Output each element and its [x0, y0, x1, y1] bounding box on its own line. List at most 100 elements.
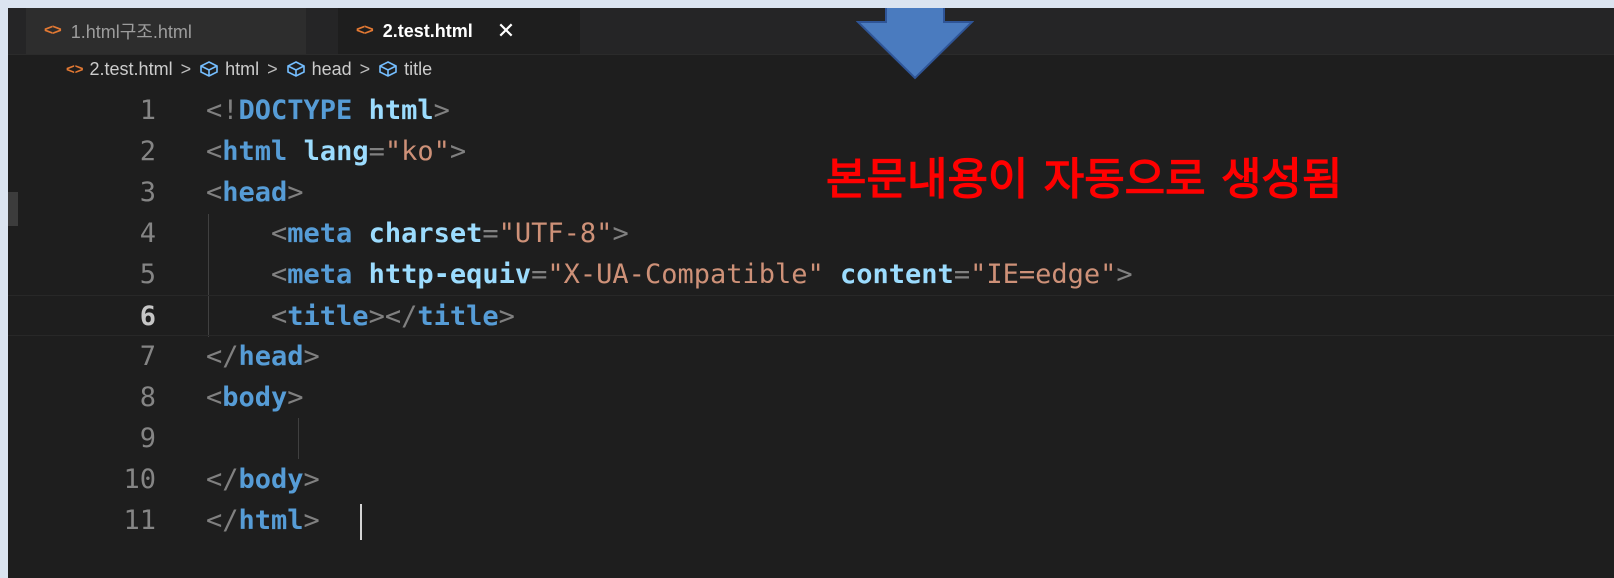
code-token: <: [206, 382, 223, 413]
tab-test-html[interactable]: <> 2.test.html ✕: [338, 8, 580, 54]
code-token: </: [206, 505, 239, 536]
code-token: head: [238, 341, 304, 372]
code-token: =: [953, 259, 971, 290]
code-token: head: [222, 177, 288, 208]
code-token: meta: [287, 218, 353, 249]
code-token: "UTF-8": [498, 218, 613, 249]
line-number: 8: [139, 382, 156, 413]
code-token: "ko": [384, 136, 450, 167]
html-file-icon: <>: [44, 22, 62, 39]
code-token: >: [287, 177, 304, 208]
code-line[interactable]: 2 <html lang="ko">: [8, 131, 1614, 172]
code-text[interactable]: </body>: [206, 459, 320, 500]
code-token: html: [238, 505, 304, 536]
code-token: body: [222, 382, 288, 413]
code-token: title: [417, 301, 499, 332]
code-token: DOCTYPE: [238, 95, 353, 126]
tab-label: 1.html구조.html: [70, 22, 192, 42]
code-line[interactable]: 8 <body>: [8, 377, 1614, 418]
code-token: html: [368, 95, 434, 126]
code-text[interactable]: <meta charset="UTF-8">: [206, 213, 629, 254]
html-file-icon: <>: [66, 60, 84, 78]
code-token: <: [206, 177, 223, 208]
code-token: >: [303, 341, 320, 372]
breadcrumb-item-head[interactable]: head: [312, 59, 352, 80]
code-token: >: [1116, 259, 1133, 290]
code-token: <!: [206, 95, 239, 126]
code-token: title: [287, 301, 369, 332]
annotation-text: 본문내용이 자동으로 생성됨: [826, 154, 1343, 205]
code-line[interactable]: 5 <meta http-equiv="X-UA-Compatible" con…: [8, 254, 1614, 295]
tab-html-structure[interactable]: <> 1.html구조.html: [26, 8, 306, 54]
down-arrow-icon: [856, 8, 974, 80]
code-line[interactable]: 6 <title></title>: [8, 295, 1614, 336]
code-line[interactable]: 3 <head>: [8, 172, 1614, 213]
tab-label: 2.test.html: [382, 20, 473, 41]
line-number: 6: [139, 301, 156, 332]
code-token: >: [498, 301, 515, 332]
code-token: >: [303, 505, 320, 536]
line-number: 1: [139, 95, 156, 126]
breadcrumb-separator: >: [359, 58, 371, 79]
code-token: =: [368, 136, 385, 167]
code-token: http-equiv: [368, 259, 532, 290]
line-number: 4: [139, 218, 156, 249]
code-line[interactable]: 4 <meta charset="UTF-8">: [8, 213, 1614, 254]
code-token: ></: [368, 301, 418, 332]
code-token: <: [206, 218, 288, 249]
breadcrumb-separator: >: [267, 58, 278, 79]
breadcrumb: <> 2.test.html > html > head > title: [66, 56, 432, 82]
code-text[interactable]: <!DOCTYPE html>: [206, 90, 450, 131]
code-token: meta: [287, 259, 353, 290]
code-token: >: [303, 464, 320, 495]
line-number: 3: [139, 177, 156, 208]
code-token: </: [206, 341, 239, 372]
code-token: "IE=edge": [970, 259, 1117, 290]
code-token: =: [482, 218, 499, 249]
code-token: <: [206, 301, 288, 332]
code-line[interactable]: 7 </head>: [8, 336, 1614, 377]
code-token: body: [238, 464, 304, 495]
code-text[interactable]: </head>: [206, 336, 320, 377]
line-number: 9: [139, 423, 156, 454]
code-line[interactable]: 9: [8, 418, 1614, 459]
line-number: 7: [139, 341, 156, 372]
code-text[interactable]: <body>: [206, 377, 304, 418]
code-text[interactable]: <html lang="ko">: [206, 131, 466, 172]
code-text[interactable]: <meta http-equiv="X-UA-Compatible" conte…: [206, 254, 1133, 295]
code-token: <: [206, 136, 223, 167]
code-line[interactable]: 10 </body>: [8, 459, 1614, 500]
code-editor[interactable]: <> 1.html구조.html <> 2.test.html ✕ <> 2.t…: [8, 8, 1614, 578]
line-number: 11: [123, 505, 156, 536]
breadcrumb-item-title[interactable]: title: [404, 59, 432, 80]
code-token: >: [287, 382, 304, 413]
code-line[interactable]: 1 <!DOCTYPE html>: [8, 90, 1614, 131]
html-file-icon: <>: [356, 22, 374, 39]
line-number: 10: [123, 464, 156, 495]
code-token: charset: [368, 218, 483, 249]
breadcrumb-item-html[interactable]: html: [225, 59, 259, 80]
element-icon: [286, 61, 305, 77]
close-icon[interactable]: ✕: [497, 18, 515, 44]
code-token: >: [449, 136, 467, 167]
code-token: </: [206, 464, 239, 495]
code-text[interactable]: <title></title>: [206, 296, 515, 337]
code-line[interactable]: 11 </html>: [8, 500, 1614, 541]
code-text[interactable]: </html>: [206, 500, 320, 541]
code-token: html: [222, 136, 288, 167]
breadcrumb-separator: >: [180, 58, 192, 79]
code-token: >: [433, 95, 450, 126]
code-token: content: [840, 259, 954, 290]
breadcrumb-file[interactable]: 2.test.html: [90, 59, 173, 80]
code-text[interactable]: <head>: [206, 172, 304, 213]
code-token: >: [612, 218, 629, 249]
code-token: lang: [303, 136, 369, 167]
tab-bar: <> 1.html구조.html <> 2.test.html ✕: [8, 8, 1614, 55]
element-icon: [379, 61, 397, 77]
line-number: 5: [139, 259, 156, 290]
